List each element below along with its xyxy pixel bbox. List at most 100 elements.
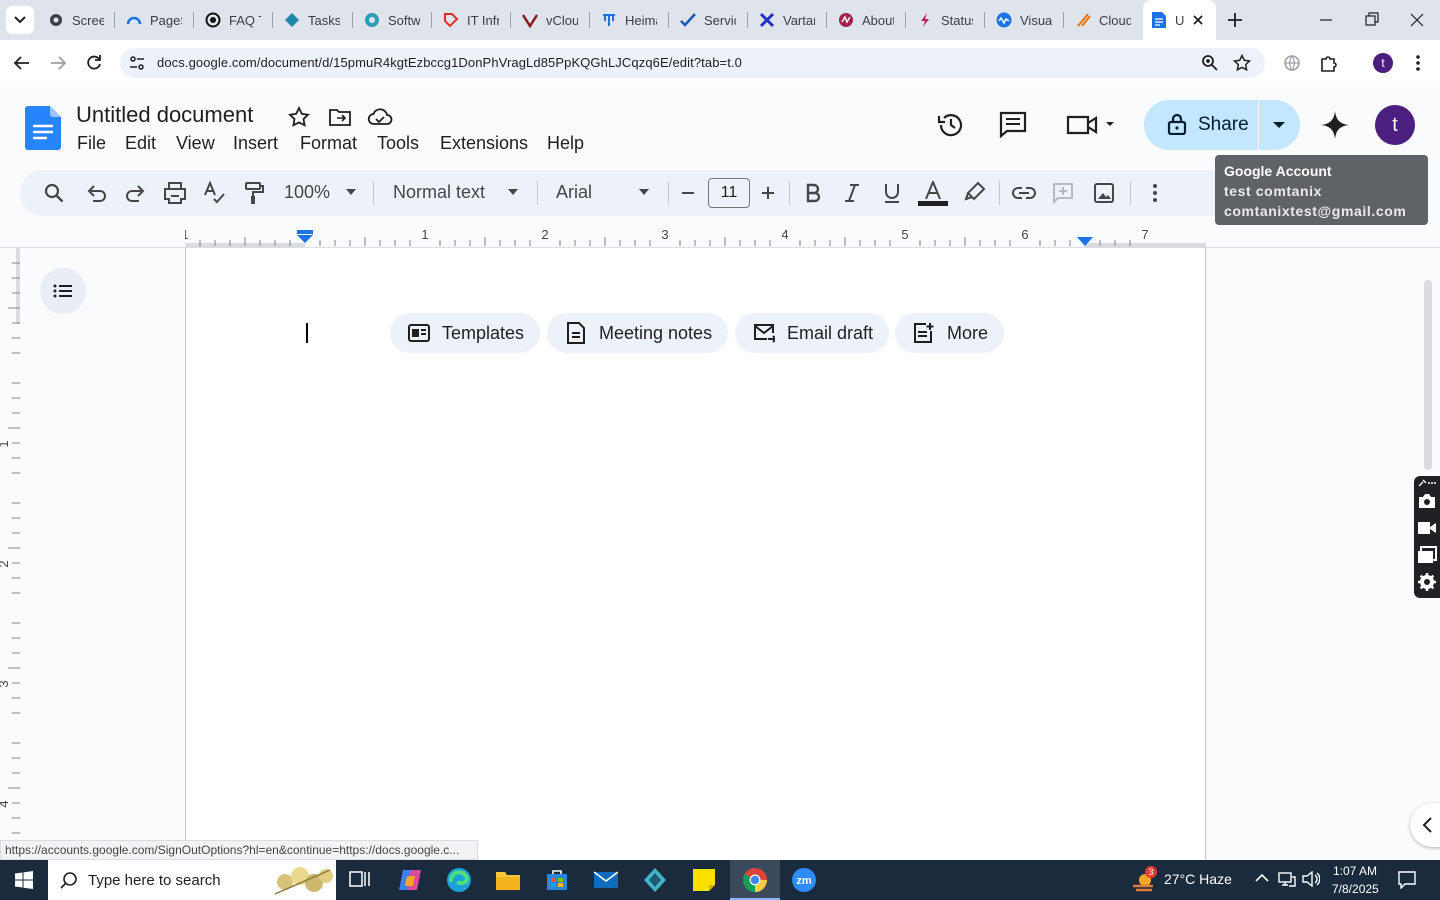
browser-tab[interactable]: About [838,8,894,32]
forward-button[interactable] [48,53,68,73]
browser-tab-active-content[interactable]: U [1151,8,1189,32]
file-explorer-button[interactable] [494,866,522,894]
browser-tab[interactable]: Vartar [759,8,815,32]
url-text[interactable]: docs.google.com/document/d/15pmuR4kgtEzb… [157,54,742,72]
document-status-button[interactable] [367,107,393,127]
menu-tools[interactable]: Tools [377,133,419,154]
docs-home-logo[interactable] [25,106,61,150]
decrease-font-size-button[interactable] [680,185,696,201]
profile-avatar[interactable]: t [1373,53,1393,73]
document-title[interactable]: Untitled document [76,102,253,128]
translate-icon[interactable] [1283,54,1301,72]
capture-pin-icon[interactable] [1417,478,1437,488]
copilot-button[interactable] [396,866,424,894]
text-color-button[interactable] [918,181,948,207]
more-tools-button[interactable] [1146,183,1164,203]
paint-format-button[interactable] [243,181,265,205]
vertical-ruler[interactable]: 1 2 3 4 [0,248,20,860]
video-record-icon[interactable] [1417,520,1437,536]
insert-link-button[interactable] [1012,185,1036,201]
menu-insert[interactable]: Insert [233,133,278,154]
move-document-button[interactable] [328,106,352,128]
close-tab-button[interactable] [1190,12,1206,28]
font-family-value[interactable]: Arial [556,182,592,203]
horizontal-ruler[interactable]: 1 1 2 3 4 5 6 7 [185,226,1206,247]
font-family-dropdown[interactable] [638,188,650,196]
browser-tab[interactable]: Tasks [284,8,340,32]
taskbar-search-box[interactable]: Type here to search [48,860,336,900]
zoom-app-button[interactable]: zm [790,866,818,894]
task-view-button[interactable] [346,866,374,894]
new-tab-button[interactable] [1226,11,1244,29]
mail-button[interactable] [592,866,620,894]
browser-tab[interactable]: Status [917,8,973,32]
bookmark-button[interactable] [1233,54,1251,72]
share-options-button[interactable] [1259,100,1299,150]
browser-tab[interactable]: Servic [680,8,736,32]
browser-tab[interactable]: Visual [996,8,1052,32]
scrollbar-thumb[interactable] [1424,280,1432,470]
italic-button[interactable] [843,183,861,203]
menu-view[interactable]: View [176,133,215,154]
store-button[interactable] [543,866,571,894]
restore-window-button[interactable] [1362,10,1382,30]
underline-button[interactable] [883,182,901,204]
browser-tab[interactable]: Softw [364,8,420,32]
minimize-window-button[interactable] [1316,10,1336,30]
redo-button[interactable] [125,183,147,203]
clock-time[interactable]: 1:07 AM [1333,864,1377,878]
insert-image-button[interactable] [1093,182,1115,204]
undo-button[interactable] [85,183,107,203]
browser-menu-button[interactable] [1408,53,1428,73]
zoom-dropdown[interactable] [345,188,357,196]
zoom-button[interactable] [1201,54,1219,72]
meeting-notes-chip[interactable]: Meeting notes [547,313,729,353]
browser-tab[interactable]: Scree [48,8,104,32]
extensions-button[interactable] [1319,53,1339,73]
templates-chip[interactable]: Templates [390,313,541,353]
browser-tab[interactable]: IT Infr [443,8,499,32]
highlight-color-button[interactable] [964,181,986,203]
menu-file[interactable]: File [77,133,106,154]
camera-icon[interactable] [1418,493,1436,509]
paragraph-style-dropdown[interactable] [507,188,519,196]
meet-button[interactable] [1066,112,1118,138]
start-button[interactable] [0,860,48,900]
account-avatar[interactable]: t [1375,105,1415,145]
comments-button[interactable] [998,110,1028,140]
right-indent-marker[interactable] [1077,237,1093,247]
search-menus-button[interactable] [43,182,65,204]
font-size-input[interactable]: 11 [708,178,750,208]
star-document-button[interactable] [288,106,310,128]
back-button[interactable] [12,53,32,73]
volume-icon[interactable] [1302,871,1320,887]
menu-edit[interactable]: Edit [125,133,156,154]
window-capture-icon[interactable] [1417,546,1437,564]
menu-format[interactable]: Format [300,133,357,154]
paragraph-style-value[interactable]: Normal text [393,182,485,203]
version-history-button[interactable] [936,110,966,140]
email-draft-chip[interactable]: Email draft [735,313,890,353]
network-icon[interactable] [1278,871,1296,887]
zoom-value[interactable]: 100% [284,182,330,203]
sticky-notes-button[interactable] [690,866,718,894]
notifications-button[interactable] [1398,871,1416,889]
browser-tab[interactable]: Cloud [1075,8,1131,32]
spellcheck-button[interactable] [203,181,227,205]
browser-tab[interactable]: vClou [522,8,578,32]
print-button[interactable] [163,182,187,204]
settings-gear-icon[interactable] [1418,573,1436,591]
site-info-icon[interactable] [128,54,146,72]
left-indent-marker[interactable] [297,230,313,244]
show-hidden-icons-button[interactable] [1255,873,1269,883]
close-window-button[interactable] [1407,10,1427,30]
browser-tab[interactable]: PageS [126,8,182,32]
dev-app-button[interactable] [641,866,669,894]
menu-help[interactable]: Help [547,133,584,154]
edge-button[interactable] [445,866,473,894]
browser-tab[interactable]: Heima [601,8,657,32]
gemini-button[interactable] [1320,110,1350,140]
bold-button[interactable] [804,183,822,203]
menu-extensions[interactable]: Extensions [440,133,528,154]
reload-button[interactable] [84,53,104,73]
